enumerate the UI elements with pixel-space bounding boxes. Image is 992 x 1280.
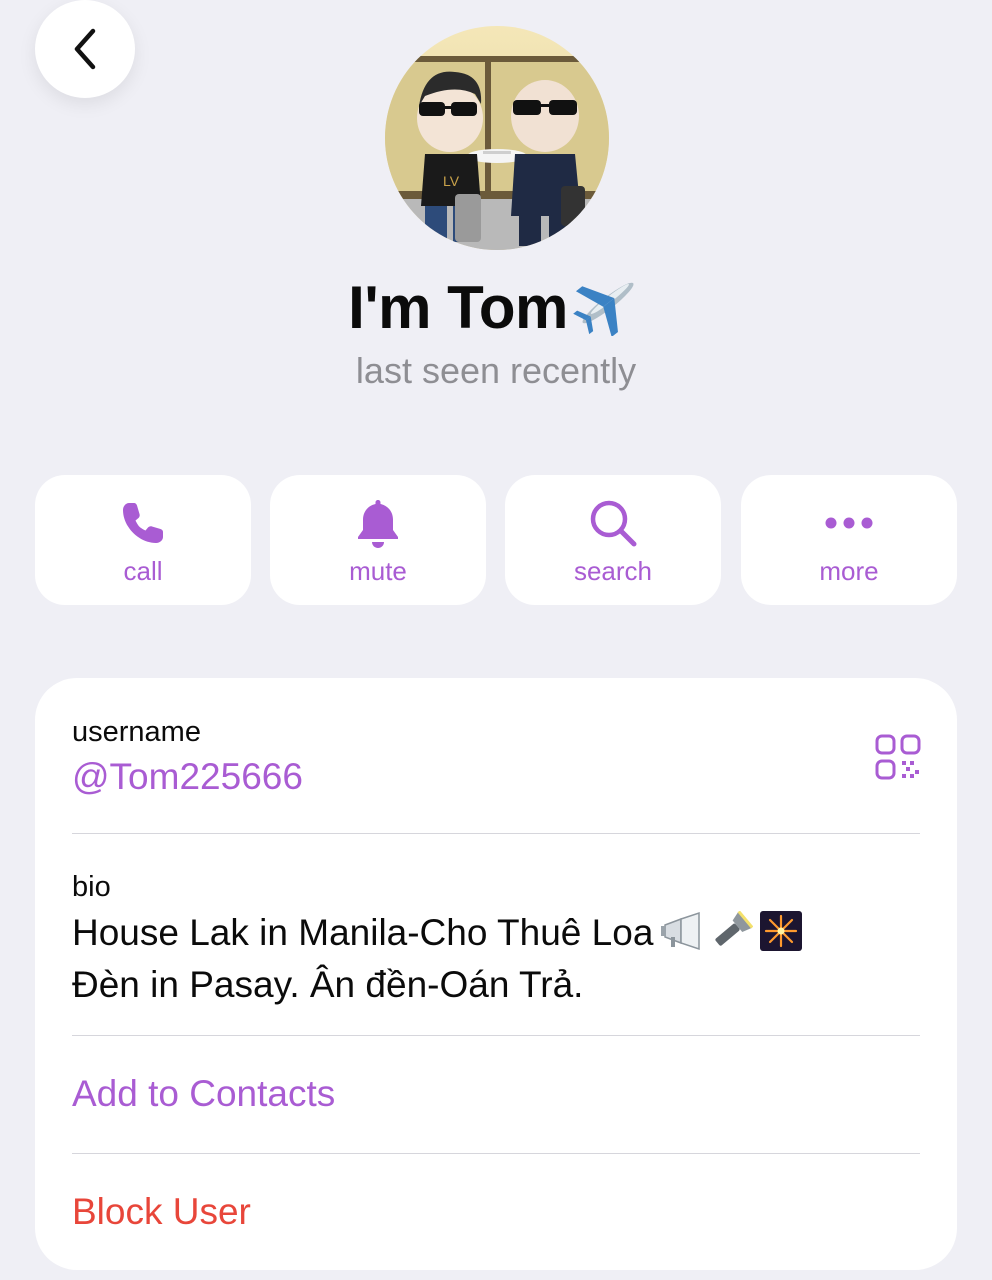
avatar[interactable]: LV <box>385 26 609 250</box>
bio-text: House Lak in Manila-Cho Thuê Loa Đèn in … <box>72 910 912 1008</box>
flashlight-icon <box>709 910 754 962</box>
divider <box>72 833 920 834</box>
bio-line-1: House Lak in Manila-Cho Thuê Loa <box>72 912 654 953</box>
divider <box>72 1035 920 1036</box>
action-bar: call mute search more <box>35 475 957 605</box>
bio-line-2: Đèn in Pasay. Ân đền-Oán Trả. <box>72 964 584 1005</box>
search-label: search <box>573 556 653 586</box>
airplane-icon <box>572 270 644 350</box>
profile-name-text: I'm Tom <box>348 274 568 341</box>
chevron-left-icon <box>74 28 96 70</box>
info-card: username @Tom225666 bio House Lak in Man… <box>35 678 957 1270</box>
add-to-contacts-button[interactable]: Add to Contacts <box>72 1073 335 1115</box>
search-button[interactable]: search <box>505 475 721 605</box>
search-icon <box>590 500 637 547</box>
bio-label: bio <box>72 871 111 903</box>
megaphone-icon <box>659 911 703 962</box>
call-label: call <box>123 556 163 586</box>
phone-icon <box>123 503 163 543</box>
profile-name: I'm Tom <box>0 270 992 350</box>
qr-code-icon[interactable] <box>875 734 921 780</box>
mute-label: mute <box>349 556 407 586</box>
more-dots-icon <box>825 517 873 529</box>
call-button[interactable]: call <box>35 475 251 605</box>
more-label: more <box>819 556 879 586</box>
more-button[interactable]: more <box>741 475 957 605</box>
block-user-button[interactable]: Block User <box>72 1191 251 1233</box>
last-seen-status: last seen recently <box>355 350 637 391</box>
username-label: username <box>72 716 201 748</box>
divider <box>72 1153 920 1154</box>
bell-icon <box>358 500 398 548</box>
fireworks-icon <box>759 911 803 962</box>
username-value[interactable]: @Tom225666 <box>72 756 303 798</box>
mute-button[interactable]: mute <box>270 475 486 605</box>
svg-text:LV: LV <box>443 173 460 189</box>
back-button[interactable] <box>35 0 135 98</box>
